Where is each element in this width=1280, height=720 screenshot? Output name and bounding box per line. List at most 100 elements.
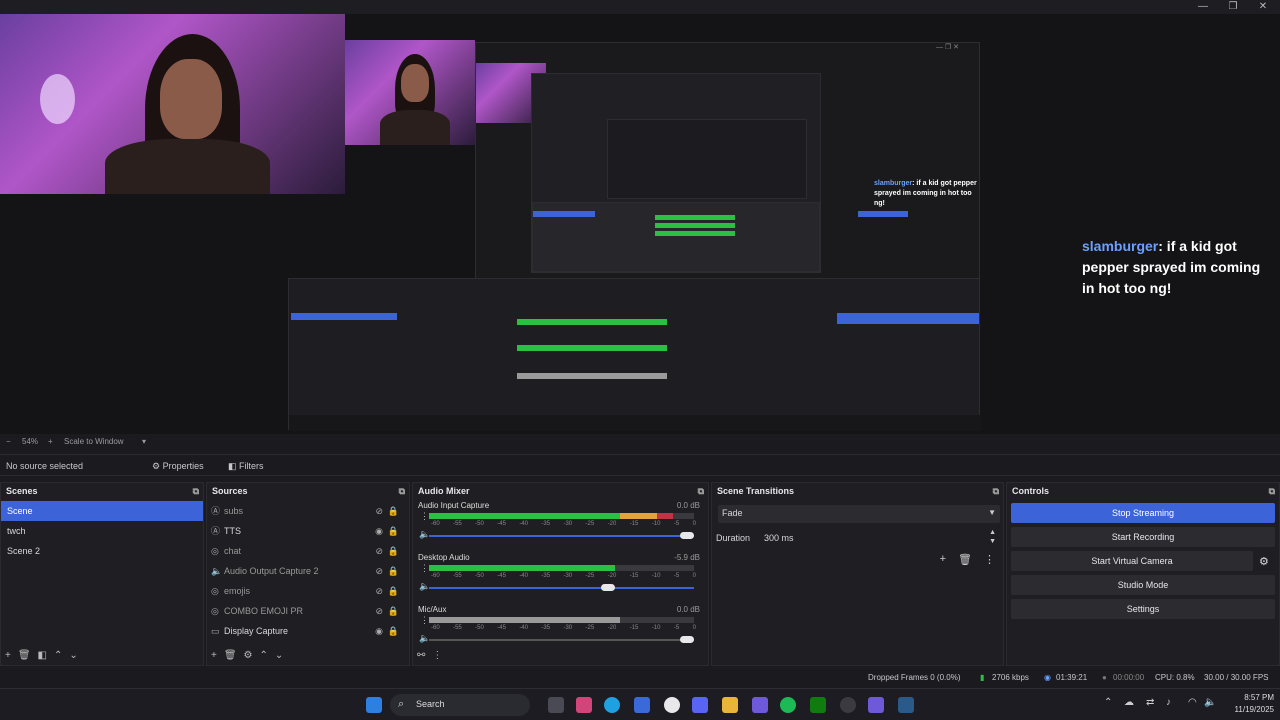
- popout-icon[interactable]: ⧉: [193, 483, 199, 499]
- app-icon[interactable]: [664, 697, 680, 713]
- start-virtual-camera-button[interactable]: Start Virtual Camera: [1011, 551, 1253, 571]
- tick-label: -50: [475, 521, 484, 527]
- link-icon[interactable]: ⚯: [417, 650, 425, 661]
- stream-preview[interactable]: slamburger: if a kid got pepper sprayed …: [0, 14, 1280, 434]
- source-item[interactable]: ◎ chat ⊘ 🔒: [207, 541, 409, 561]
- lock-icon[interactable]: 🔒: [388, 561, 399, 581]
- move-down-icon[interactable]: ⌄: [69, 650, 77, 661]
- scene-item[interactable]: Scene: [1, 501, 203, 521]
- scene-item[interactable]: Scene 2: [1, 541, 203, 561]
- folder-icon[interactable]: [722, 697, 738, 713]
- move-up-icon[interactable]: ⌃: [54, 650, 62, 661]
- studio-mode-button[interactable]: Studio Mode: [1011, 575, 1275, 595]
- popout-icon[interactable]: ⧉: [698, 483, 704, 499]
- zoom-in-icon[interactable]: +: [48, 434, 53, 450]
- edge-icon[interactable]: [604, 697, 620, 713]
- mic-icon[interactable]: ♪: [1166, 697, 1171, 708]
- properties-button[interactable]: ⚙ Properties: [148, 458, 208, 474]
- lock-icon[interactable]: 🔒: [388, 541, 399, 561]
- trash-icon[interactable]: 🗑: [18, 650, 31, 661]
- transition-select[interactable]: Fade ▼: [718, 505, 1000, 523]
- maximize-button[interactable]: ❐: [1218, 0, 1248, 14]
- scene-item[interactable]: twch: [1, 521, 203, 541]
- app-icon[interactable]: [576, 697, 592, 713]
- volume-slider[interactable]: [429, 584, 694, 591]
- close-button[interactable]: ✕: [1248, 0, 1278, 14]
- stop-streaming-button[interactable]: Stop Streaming: [1011, 503, 1275, 523]
- source-item[interactable]: Ⓐsubs ⊘ 🔒: [207, 501, 409, 521]
- hidden-eye-icon[interactable]: ⊘: [375, 581, 383, 601]
- volume-slider-handle[interactable]: [680, 532, 694, 539]
- taskbar-date[interactable]: 11/19/2025: [1222, 705, 1274, 714]
- lock-icon[interactable]: 🔒: [388, 601, 399, 621]
- filter-icon[interactable]: ◧: [38, 650, 47, 661]
- hidden-eye-icon[interactable]: ⊘: [375, 541, 383, 561]
- channel-menu-icon[interactable]: ⋮: [420, 511, 429, 522]
- add-icon[interactable]: +: [5, 650, 11, 661]
- trash-icon[interactable]: 🗑: [224, 650, 237, 661]
- stepper-up-icon[interactable]: ▲: [989, 529, 996, 536]
- move-up-icon[interactable]: ⌃: [260, 650, 268, 661]
- stepper-down-icon[interactable]: ▼: [989, 538, 996, 545]
- settings-button[interactable]: Settings: [1011, 599, 1275, 619]
- gear-icon[interactable]: ⚙: [244, 650, 253, 661]
- wifi-icon[interactable]: ◠: [1188, 697, 1197, 708]
- lock-icon[interactable]: 🔒: [388, 521, 399, 541]
- add-icon[interactable]: +: [940, 553, 946, 566]
- start-recording-button[interactable]: Start Recording: [1011, 527, 1275, 547]
- volume-slider-handle[interactable]: [600, 584, 615, 591]
- eye-icon[interactable]: ◉: [375, 521, 383, 541]
- move-down-icon[interactable]: ⌄: [275, 650, 283, 661]
- channel-db: 0.0 dB: [676, 501, 700, 510]
- app-icon[interactable]: [752, 697, 768, 713]
- lock-icon[interactable]: 🔒: [388, 501, 399, 521]
- more-menu-icon[interactable]: ⋮: [432, 650, 442, 661]
- taskbar-time[interactable]: 8:57 PM: [1222, 693, 1274, 702]
- source-item[interactable]: ◎ emojis ⊘ 🔒: [207, 581, 409, 601]
- hidden-eye-icon[interactable]: ⊘: [375, 601, 383, 621]
- popout-icon[interactable]: ⧉: [993, 483, 999, 499]
- obs-icon[interactable]: [840, 697, 856, 713]
- hidden-eye-icon[interactable]: ⊘: [375, 501, 383, 521]
- lock-icon[interactable]: 🔒: [388, 581, 399, 601]
- popout-icon[interactable]: ⧉: [1269, 483, 1275, 499]
- volume-slider[interactable]: [429, 636, 694, 643]
- xbox-icon[interactable]: [810, 697, 826, 713]
- minimize-button[interactable]: —: [1188, 0, 1218, 14]
- source-item[interactable]: Ⓐ TTS ◉ 🔒: [207, 521, 409, 541]
- windows-start-icon[interactable]: [366, 697, 382, 713]
- eye-icon[interactable]: ◉: [375, 621, 383, 641]
- discord-icon[interactable]: [692, 697, 708, 713]
- source-item[interactable]: ▭ Display Capture ◉ 🔒: [207, 621, 409, 641]
- audio-mixer-dock: Audio Mixer ⧉ Audio Input Capture 0.0 dB ⋮ -…: [412, 482, 709, 666]
- spotify-icon[interactable]: [780, 697, 796, 713]
- chevron-up-icon[interactable]: ⌃: [1104, 697, 1112, 708]
- taskbar-search[interactable]: ⌕ Search: [390, 694, 530, 716]
- zoom-out-icon[interactable]: −: [6, 434, 11, 450]
- trash-icon[interactable]: 🗑: [958, 553, 972, 566]
- volume-icon[interactable]: 🔈: [1204, 697, 1216, 708]
- more-menu-icon[interactable]: ⋮: [984, 553, 995, 566]
- task-view-icon[interactable]: [548, 697, 564, 713]
- network-icon[interactable]: ⇄: [1146, 697, 1154, 708]
- duration-stepper[interactable]: 300 ms ▲ ▼: [760, 529, 1000, 547]
- steam-icon[interactable]: [898, 697, 914, 713]
- hidden-eye-icon[interactable]: ⊘: [375, 561, 383, 581]
- store-icon[interactable]: [634, 697, 650, 713]
- popout-icon[interactable]: ⧉: [399, 483, 405, 499]
- cloud-icon[interactable]: ☁: [1124, 697, 1134, 708]
- virtual-camera-gear-icon[interactable]: ⚙: [1259, 555, 1269, 568]
- channel-menu-icon[interactable]: ⋮: [420, 563, 429, 574]
- zoom-dropdown-icon[interactable]: ▾: [142, 434, 146, 450]
- volume-slider-handle[interactable]: [680, 636, 694, 643]
- lock-icon[interactable]: 🔒: [388, 621, 399, 641]
- app-icon[interactable]: [868, 697, 884, 713]
- zoom-mode[interactable]: Scale to Window: [64, 434, 124, 450]
- add-icon[interactable]: +: [211, 650, 217, 661]
- channel-menu-icon[interactable]: ⋮: [420, 615, 429, 626]
- filters-button[interactable]: ◧ Filters: [224, 458, 268, 474]
- source-item[interactable]: ◎ COMBO EMOJI PR ⊘ 🔒: [207, 601, 409, 621]
- volume-slider[interactable]: [429, 532, 694, 539]
- search-icon: ⌕: [398, 698, 405, 710]
- source-item[interactable]: 🔈 Audio Output Capture 2 ⊘ 🔒: [207, 561, 409, 581]
